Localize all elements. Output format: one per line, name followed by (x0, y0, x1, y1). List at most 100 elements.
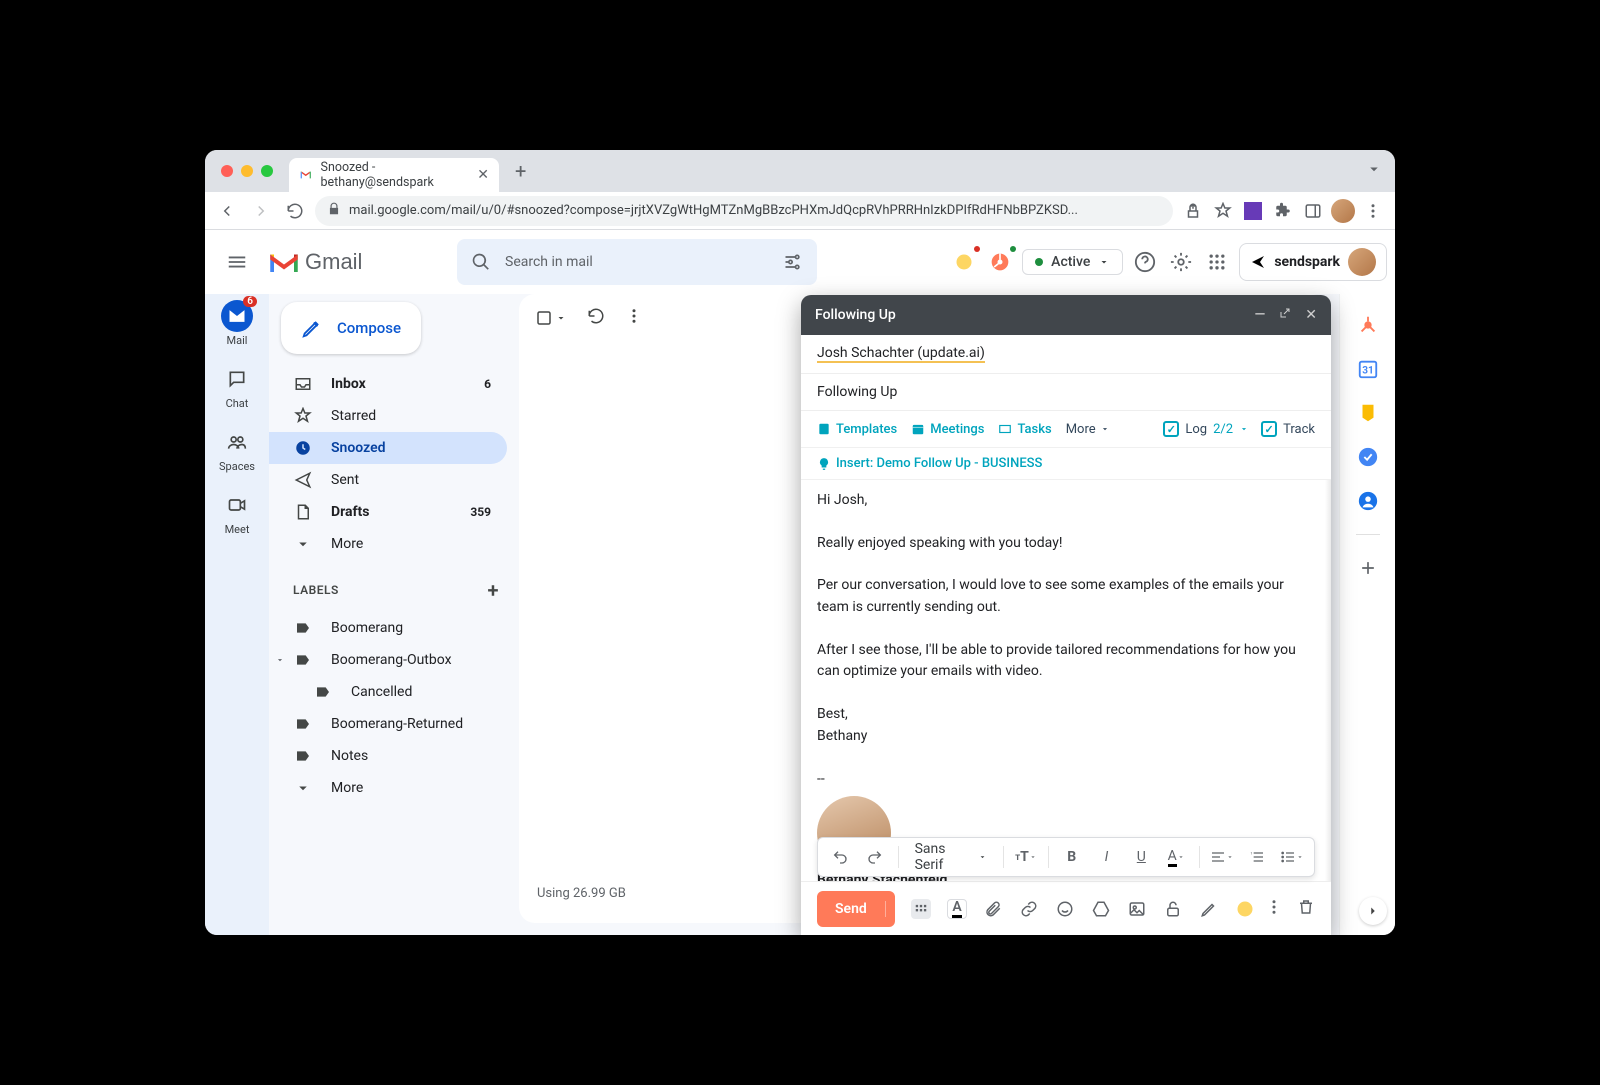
back-button[interactable] (213, 197, 241, 225)
bullet-list-button[interactable] (1277, 842, 1306, 872)
font-size-button[interactable]: тT (1012, 842, 1041, 872)
help-icon[interactable] (1131, 248, 1159, 276)
numbered-list-button[interactable]: 1 (1242, 842, 1271, 872)
label-boomerang-outbox[interactable]: Boomerang-Outbox (269, 644, 507, 676)
text-color-button[interactable]: A (1162, 842, 1191, 872)
compose-body[interactable]: Hi Josh, Really enjoyed speaking with yo… (801, 480, 1331, 881)
profile-avatar[interactable] (1329, 197, 1357, 225)
yellow-indicator-icon[interactable] (950, 248, 978, 276)
formatting-toggle-icon[interactable] (911, 899, 931, 919)
rail-spaces[interactable]: Spaces (219, 426, 255, 473)
caret-down-icon[interactable] (275, 655, 285, 665)
nav-more[interactable]: More (269, 528, 507, 560)
apps-grid-icon[interactable] (1203, 248, 1231, 276)
address-bar[interactable]: mail.google.com/mail/u/0/#snoozed?compos… (315, 196, 1173, 226)
label-notes[interactable]: Notes (269, 740, 507, 772)
hamburger-menu-icon[interactable] (213, 251, 261, 273)
account-avatar[interactable] (1348, 248, 1376, 276)
send-button[interactable]: Send (817, 891, 895, 927)
close-compose-icon[interactable]: ✕ (1305, 307, 1317, 323)
addon-contacts-icon[interactable] (1357, 490, 1379, 512)
status-pill[interactable]: Active (1022, 249, 1123, 275)
addon-calendar-icon[interactable]: 31 (1357, 358, 1379, 380)
nav-snoozed[interactable]: Snoozed (269, 432, 507, 464)
undo-button[interactable] (826, 842, 855, 872)
popout-compose-icon[interactable] (1279, 307, 1291, 323)
nav-drafts[interactable]: Drafts 359 (269, 496, 507, 528)
addon-keep-icon[interactable] (1357, 402, 1379, 424)
hs-meetings[interactable]: Meetings (911, 422, 984, 437)
send-options-caret[interactable] (885, 901, 895, 917)
sendspark-insert-icon[interactable] (1235, 899, 1255, 919)
insert-emoji-icon[interactable] (1055, 899, 1075, 919)
compose-button[interactable]: Compose (281, 302, 421, 354)
extensions-icon[interactable] (1269, 197, 1297, 225)
sendspark-chip[interactable]: sendspark (1239, 243, 1387, 281)
label-boomerang[interactable]: Boomerang (269, 612, 507, 644)
bookmark-icon[interactable] (1209, 197, 1237, 225)
insert-drive-icon[interactable] (1091, 899, 1111, 919)
addon-get-addons-icon[interactable] (1357, 557, 1379, 579)
hs-log[interactable]: ✓ Log 2/2 (1163, 421, 1249, 437)
nav-inbox[interactable]: Inbox 6 (269, 368, 507, 400)
settings-gear-icon[interactable] (1167, 248, 1195, 276)
refresh-button[interactable] (587, 307, 605, 329)
label-cancelled[interactable]: Cancelled (269, 676, 507, 708)
gmail-header: Gmail Search in mail Active (205, 230, 1395, 294)
addon-tasks-icon[interactable] (1357, 446, 1379, 468)
more-options-icon[interactable] (1265, 898, 1283, 920)
rail-chat[interactable]: Chat (221, 363, 253, 410)
discard-draft-icon[interactable] (1297, 898, 1315, 920)
confidential-mode-icon[interactable] (1163, 899, 1183, 919)
compose-to-field[interactable]: Josh Schachter (update.ai) (801, 335, 1331, 374)
more-actions-icon[interactable] (625, 307, 643, 329)
collapse-sidepanel-icon[interactable] (1359, 897, 1387, 925)
tune-icon[interactable] (783, 252, 803, 272)
minimize-compose-icon[interactable]: — (1254, 307, 1265, 323)
hs-tasks[interactable]: Tasks (998, 422, 1051, 437)
hs-track[interactable]: ✓ Track (1261, 421, 1315, 437)
browser-tab[interactable]: Snoozed - bethany@sendspark ✕ (289, 158, 499, 192)
maximize-window[interactable] (261, 165, 273, 177)
hs-more[interactable]: More (1066, 422, 1110, 437)
bold-button[interactable]: B (1057, 842, 1086, 872)
recipient-chip[interactable]: Josh Schachter (update.ai) (817, 345, 985, 363)
addon-hubspot-icon[interactable] (1357, 314, 1379, 336)
compose-subject-field[interactable]: Following Up (801, 374, 1331, 411)
hs-insert-template[interactable]: Insert: Demo Follow Up - BUSINESS (817, 456, 1042, 471)
rail-mail[interactable]: 6 Mail (221, 300, 253, 347)
search-bar[interactable]: Search in mail (457, 239, 817, 285)
labels-more[interactable]: More (269, 772, 507, 804)
reload-button[interactable] (281, 197, 309, 225)
redo-button[interactable] (861, 842, 890, 872)
insert-signature-icon[interactable] (1199, 899, 1219, 919)
sidepanel-icon[interactable] (1299, 197, 1327, 225)
nav-sent[interactable]: Sent (269, 464, 507, 496)
nav-starred[interactable]: Starred (269, 400, 507, 432)
forward-button[interactable] (247, 197, 275, 225)
close-window[interactable] (221, 165, 233, 177)
rail-meet[interactable]: Meet (221, 489, 253, 536)
minimize-window[interactable] (241, 165, 253, 177)
add-label-button[interactable]: + (488, 578, 500, 602)
hs-templates[interactable]: Templates (817, 422, 897, 437)
insert-photo-icon[interactable] (1127, 899, 1147, 919)
gmail-logo[interactable]: Gmail (269, 249, 449, 275)
align-button[interactable] (1208, 842, 1237, 872)
new-tab-button[interactable]: + (511, 155, 530, 187)
underline-button[interactable]: U (1127, 842, 1156, 872)
kebab-menu-icon[interactable] (1359, 197, 1387, 225)
select-all[interactable] (535, 309, 567, 327)
label-boomerang-returned[interactable]: Boomerang-Returned (269, 708, 507, 740)
extension-purple-icon[interactable] (1239, 197, 1267, 225)
tabs-menu-icon[interactable] (1365, 160, 1383, 182)
compose-titlebar[interactable]: Following Up — ✕ (801, 295, 1331, 335)
hubspot-icon[interactable] (986, 248, 1014, 276)
close-tab-icon[interactable]: ✕ (477, 167, 489, 183)
italic-button[interactable]: I (1092, 842, 1121, 872)
attach-file-icon[interactable] (983, 899, 1003, 919)
font-select[interactable]: Sans Serif (907, 842, 995, 872)
insert-link-icon[interactable] (1019, 899, 1039, 919)
text-format-icon[interactable]: A (947, 899, 967, 919)
share-icon[interactable] (1179, 197, 1207, 225)
